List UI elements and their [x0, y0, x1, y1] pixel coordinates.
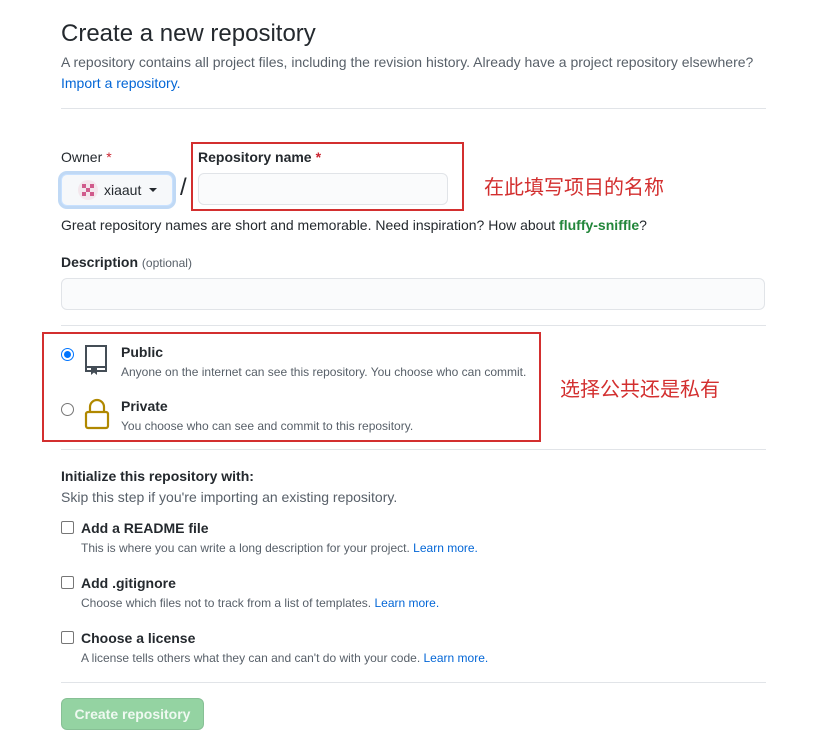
- license-title: Choose a license: [81, 630, 196, 646]
- divider: [61, 449, 766, 450]
- import-repository-link[interactable]: Import a repository.: [61, 75, 181, 91]
- annotation-box-repo-name: [191, 142, 464, 211]
- gitignore-checkbox[interactable]: [61, 576, 74, 589]
- repo-name-hint: Great repository names are short and mem…: [61, 217, 647, 233]
- description-label: Description (optional): [61, 254, 192, 270]
- create-repository-button[interactable]: Create repository: [61, 698, 204, 730]
- required-marker: *: [106, 149, 112, 165]
- readme-desc: This is where you can write a long descr…: [81, 541, 478, 555]
- gitignore-title: Add .gitignore: [81, 575, 176, 591]
- init-subtitle: Skip this step if you're importing an ex…: [61, 489, 398, 505]
- description-input[interactable]: [61, 278, 765, 310]
- identicon-avatar: [78, 180, 98, 200]
- divider: [61, 108, 766, 109]
- subtitle-text: A repository contains all project files,…: [61, 54, 754, 70]
- name-suggestion[interactable]: fluffy-sniffle: [559, 217, 639, 233]
- license-learn-more-link[interactable]: Learn more.: [424, 651, 489, 665]
- page-subtitle: A repository contains all project files,…: [61, 52, 771, 94]
- annotation-box-visibility: [42, 332, 541, 442]
- readme-learn-more-link[interactable]: Learn more.: [413, 541, 478, 555]
- license-desc: A license tells others what they can and…: [81, 651, 489, 665]
- owner-dropdown[interactable]: xiaaut: [61, 174, 173, 206]
- gitignore-learn-more-link[interactable]: Learn more.: [374, 596, 439, 610]
- owner-repo-separator: /: [180, 174, 187, 201]
- annotation-repo-name-text: 在此填写项目的名称: [484, 175, 664, 199]
- init-title: Initialize this repository with:: [61, 468, 254, 484]
- license-checkbox[interactable]: [61, 631, 74, 644]
- readme-title: Add a README file: [81, 520, 209, 536]
- owner-name: xiaaut: [104, 182, 142, 198]
- gitignore-desc: Choose which files not to track from a l…: [81, 596, 440, 610]
- annotation-visibility-text: 选择公共还是私有: [560, 377, 720, 401]
- readme-checkbox[interactable]: [61, 521, 74, 534]
- divider: [61, 325, 766, 326]
- divider: [61, 682, 766, 683]
- owner-label: Owner *: [61, 149, 112, 165]
- page-title: Create a new repository: [61, 20, 316, 47]
- optional-tag: (optional): [141, 256, 192, 270]
- caret-down-icon: [149, 188, 158, 192]
